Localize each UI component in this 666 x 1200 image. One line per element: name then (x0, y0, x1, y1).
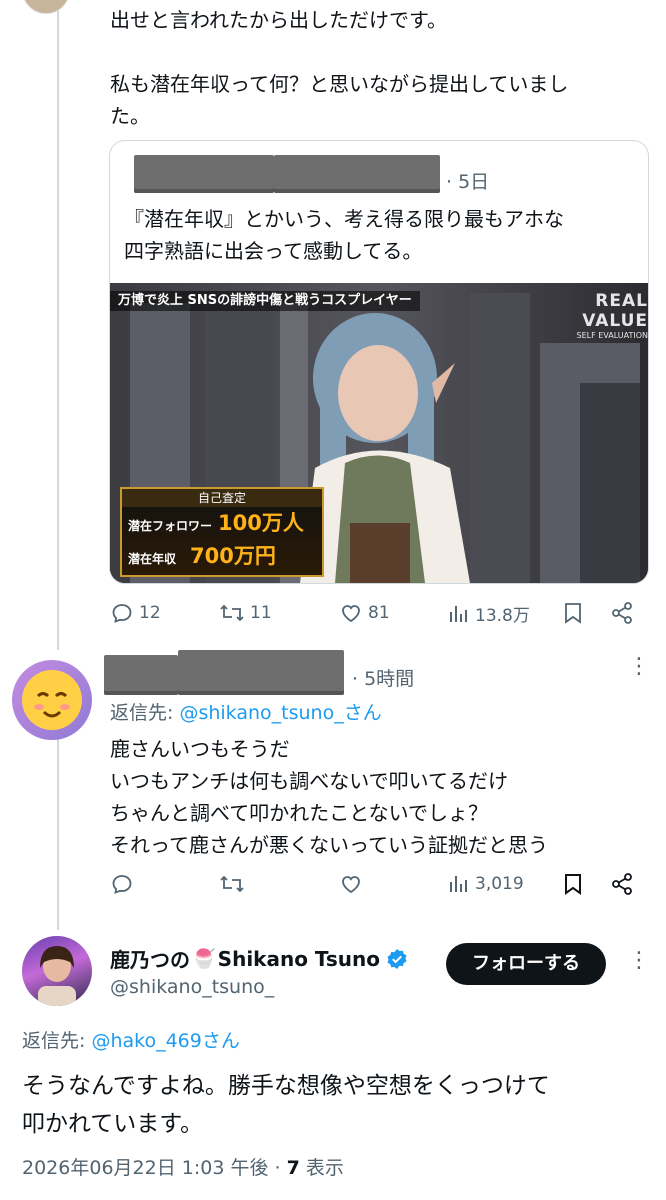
profile-photo (38, 946, 76, 1006)
retweet-button[interactable]: 11 (219, 601, 272, 625)
reply-button[interactable] (110, 872, 134, 896)
quote-text-line: 『潜在年収』とかいう、考え得る限り最もアホな (124, 207, 564, 231)
caption-row2: 潜在年収 700万円 (122, 540, 322, 573)
bookmark-button[interactable] (562, 872, 584, 896)
tweet-meta: 2026年06月22日 1:03 午後 · 7 表示 (22, 1153, 344, 1180)
image-top-right-title: REAL VALUE (582, 291, 648, 331)
like-button[interactable]: 81 (339, 601, 390, 625)
tweet-time: · 5時間 (352, 668, 415, 690)
retweet-count: 11 (250, 603, 272, 623)
quote-tweet-card[interactable]: · 5日 『潜在年収』とかいう、考え得る限り最もアホな 四字熟語に出会って感動し… (109, 140, 649, 584)
views-button[interactable]: 13.8万 (448, 601, 530, 626)
reply-icon (112, 604, 132, 623)
tweet-text: 出せと言われたから出しただけです。 私も潜在年収って何？と思いながら提出していま… (110, 4, 650, 132)
reply-to-handle[interactable]: @shikano_tsuno_さん (179, 702, 381, 724)
caption-row2-label: 潜在年収 (128, 552, 177, 566)
more-icon[interactable]: ⋮ (628, 950, 650, 972)
share-button[interactable] (610, 601, 634, 625)
tweet-text-line: そうなんですよね。勝手な想像や空想をくっつけて (22, 1073, 550, 1099)
display-name[interactable]: 鹿乃つの 🍧 Shikano Tsuno (110, 944, 408, 973)
views-icon (450, 605, 467, 622)
like-count: 81 (368, 603, 390, 623)
share-icon (612, 873, 632, 895)
share-button[interactable] (610, 872, 634, 896)
image-top-right-sub: SELF EVALUATION (576, 331, 648, 340)
image-top-banner: 万博で炎上 SNSの誹謗中傷と戦うコスプレイヤー (110, 291, 420, 311)
thread-line (57, 0, 59, 650)
reply-to-handle[interactable]: @hako_469さん (91, 1030, 239, 1052)
reply-to: 返信先: @hako_469さん (22, 1026, 240, 1053)
tweet-text: 鹿さんいつもそうだ いつもアンチは何も調べないで叩いてるだけ ちゃんと調べて叩か… (110, 733, 650, 861)
retweet-icon (220, 604, 244, 622)
reply-to: 返信先: @shikano_tsuno_さん (110, 698, 382, 725)
tweet-text: そうなんですよね。勝手な想像や空想をくっつけて 叩かれています。 (22, 1067, 652, 1143)
quote-time: · 5日 (446, 171, 490, 193)
follow-button[interactable]: フォローする (446, 943, 606, 985)
views-count: 13.8万 (475, 606, 530, 626)
caption-row1: 潜在フォロワー 100万人 (122, 507, 322, 540)
reply-to-label: 返信先: (22, 1030, 92, 1052)
image-caption-box: 自己査定 潜在フォロワー 100万人 潜在年収 700万円 (120, 487, 324, 577)
reply-count: 12 (139, 603, 161, 623)
redacted-handle (178, 650, 344, 695)
separator: · (268, 1157, 287, 1179)
quote-image[interactable]: 万博で炎上 SNSの誹謗中傷と戦うコスプレイヤー REAL VALUE SELF… (110, 283, 648, 583)
quote-text: 『潜在年収』とかいう、考え得る限り最もアホな 四字熟語に出会って感動してる。 (124, 203, 644, 267)
name-suffix: Shikano Tsuno (217, 946, 381, 971)
thread-line (57, 738, 59, 930)
views-label: 表示 (299, 1157, 344, 1179)
verified-badge-icon (387, 948, 407, 969)
avatar[interactable] (22, 0, 70, 14)
caption-header: 自己査定 (122, 489, 322, 507)
name-prefix: 鹿乃つの (110, 948, 190, 972)
user-handle[interactable]: @shikano_tsuno_ (110, 976, 274, 998)
smiling-face-icon (22, 670, 82, 730)
redacted-name (274, 155, 440, 193)
reply-button[interactable]: 12 (110, 601, 161, 625)
tweet-text-line: 私も潜在年収って何？と思いながら提出していまし (110, 72, 569, 96)
bookmark-icon (565, 603, 581, 624)
tweet-timestamp[interactable]: 2026年06月22日 1:03 午後 (22, 1157, 268, 1179)
heart-icon (342, 876, 360, 894)
tweet-text-line: それって鹿さんが悪くないっていう証拠だと思う (110, 833, 548, 857)
retweet-icon (220, 875, 244, 893)
like-button[interactable] (339, 872, 363, 896)
caption-row1-value: 100万人 (218, 511, 304, 535)
tweet-text-line: 叩かれています。 (22, 1111, 204, 1137)
redacted-name (104, 655, 178, 695)
caption-row1-label: 潜在フォロワー (128, 519, 213, 533)
reply-icon (112, 875, 132, 894)
views-count: 7 (286, 1157, 300, 1179)
views-count: 3,019 (475, 874, 524, 894)
avatar[interactable] (22, 936, 92, 1006)
heart-icon (342, 605, 360, 623)
image-top-right: REAL VALUE SELF EVALUATION (556, 291, 648, 340)
more-icon[interactable]: ⋮ (628, 656, 650, 678)
tweet-text-line: 鹿さんいつもそうだ (110, 737, 290, 761)
bookmark-button[interactable] (562, 601, 584, 625)
shaved-ice-emoji: 🍧 (192, 948, 216, 970)
redacted-avatar (134, 155, 274, 193)
tweet-text-line: いつもアンチは何も調べないで叩いてるだけ (110, 769, 508, 793)
reply-to-label: 返信先: (110, 702, 180, 724)
views-icon (450, 876, 467, 892)
tweet-text-line: た。 (110, 104, 150, 128)
retweet-button[interactable] (219, 872, 245, 896)
bookmark-icon (565, 874, 581, 895)
share-icon (612, 602, 632, 624)
tweet-text-line: ちゃんと調べて叩かれたことないでしょ？ (110, 801, 488, 825)
views-button[interactable]: 3,019 (448, 872, 524, 896)
caption-row2-value: 700万円 (190, 544, 276, 568)
quote-text-line: 四字熟語に出会って感動してる。 (124, 239, 423, 263)
tweet-text-line: 出せと言われたから出しただけです。 (110, 8, 447, 32)
avatar[interactable] (12, 660, 92, 740)
